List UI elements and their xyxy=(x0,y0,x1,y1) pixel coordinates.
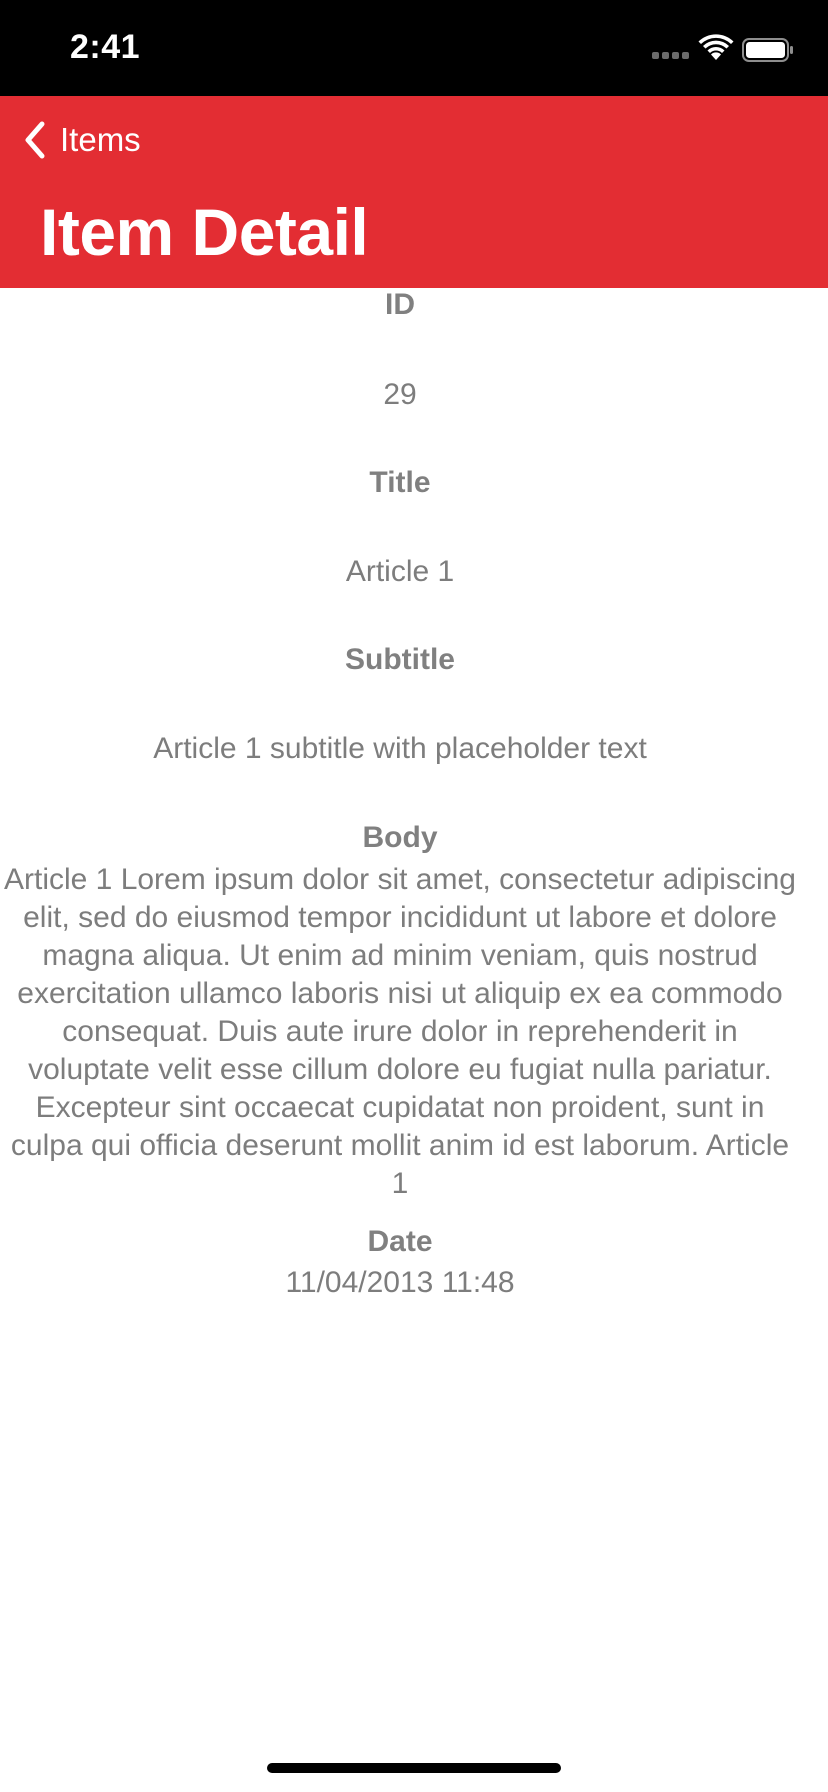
screen: 2:41 Items Item Detail ID 29 Title Artic… xyxy=(0,0,828,1792)
status-bar: 2:41 xyxy=(0,0,828,96)
body-value: Article 1 Lorem ipsum dolor sit amet, co… xyxy=(3,863,796,1200)
battery-icon xyxy=(742,38,793,62)
navigation-bar: Items Item Detail xyxy=(0,96,828,288)
back-button[interactable]: Items xyxy=(22,116,141,164)
body-label: Body xyxy=(362,821,438,854)
wifi-icon xyxy=(698,34,734,60)
id-label: ID xyxy=(385,288,415,321)
page-title: Item Detail xyxy=(40,195,369,269)
cellular-signal-icon xyxy=(652,52,690,60)
status-time: 2:41 xyxy=(70,28,141,66)
date-label: Date xyxy=(367,1225,433,1258)
title-value: Article 1 xyxy=(345,555,455,588)
subtitle-value: Article 1 subtitle with placeholder text xyxy=(153,732,647,765)
id-value: 29 xyxy=(383,378,417,411)
home-indicator[interactable] xyxy=(267,1763,561,1773)
subtitle-label: Subtitle xyxy=(345,643,455,676)
chevron-left-icon xyxy=(25,121,45,159)
back-button-label: Items xyxy=(60,121,141,158)
title-label: Title xyxy=(369,466,431,499)
date-value: 11/04/2013 11:48 xyxy=(285,1266,515,1299)
